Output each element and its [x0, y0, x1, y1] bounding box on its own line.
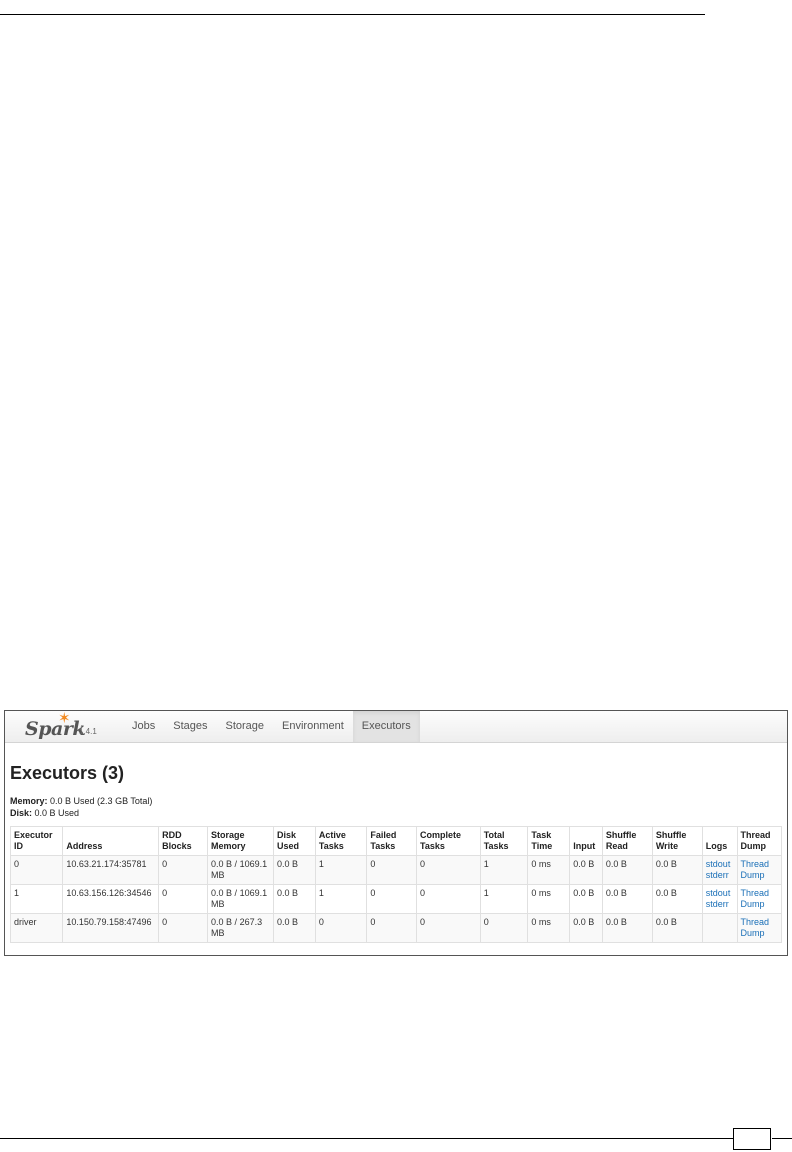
tab-stages[interactable]: Stages: [164, 711, 216, 742]
table-row: 1 10.63.156.126:34546 0 0.0 B / 1069.1 MB…: [9, 884, 783, 914]
table-row: driver 10.150.79.158:47496 0 0.0 B / 267…: [9, 913, 783, 943]
col-task-time[interactable]: Task Time: [527, 826, 571, 856]
spark-logo[interactable]: Spark ✶ 1.4.1: [25, 710, 115, 741]
thread-dump-link[interactable]: Thread Dump: [741, 888, 778, 910]
cell-executor-id: 1: [9, 884, 64, 914]
cell-disk-used: 0.0 B: [272, 913, 316, 943]
page-title: Executors (3): [10, 763, 125, 783]
page-bottom-rule-right: [772, 1138, 792, 1139]
tab-executors[interactable]: Executors: [352, 711, 420, 742]
page-bottom-rule: [0, 1138, 733, 1139]
disk-value: 0.0 B Used: [34, 808, 80, 818]
page-number-box: [733, 1128, 771, 1150]
cell-input: 0.0 B: [569, 855, 603, 885]
cell-input: 0.0 B: [569, 884, 603, 914]
page-top-rule: [0, 14, 705, 15]
col-storage-memory[interactable]: Storage Memory: [207, 826, 274, 856]
col-rdd-blocks[interactable]: RDD Blocks: [158, 826, 209, 856]
nav-tabs: Jobs Stages Storage Environment Executor…: [123, 711, 420, 742]
memory-label: Memory:: [10, 796, 48, 806]
col-logs[interactable]: Logs: [701, 826, 738, 856]
stdout-link[interactable]: stdout: [706, 859, 734, 870]
stderr-link[interactable]: stderr: [706, 899, 734, 910]
cell-active-tasks: 1: [314, 884, 368, 914]
col-shuffle-read[interactable]: Shuffle Read: [601, 826, 653, 856]
cell-total-tasks: 1: [479, 855, 529, 885]
version-label: 1.4.1: [79, 727, 97, 736]
cell-address: 10.63.21.174:35781: [62, 855, 160, 885]
tab-jobs[interactable]: Jobs: [123, 711, 164, 742]
cell-failed-tasks: 0: [366, 855, 418, 885]
cell-task-time: 0 ms: [527, 913, 571, 943]
col-active-tasks[interactable]: Active Tasks: [314, 826, 368, 856]
executors-table: Executor ID Address RDD Blocks Storage Memo…: [9, 826, 783, 943]
cell-input: 0.0 B: [569, 913, 603, 943]
cell-shuffle-write: 0.0 B: [651, 884, 703, 914]
cell-active-tasks: 1: [314, 855, 368, 885]
disk-summary: Disk: 0.0 B Used: [10, 807, 152, 819]
col-thread-dump[interactable]: Thread Dump: [736, 826, 783, 856]
cell-task-time: 0 ms: [527, 884, 571, 914]
cell-thread-dump: Thread Dump: [736, 884, 783, 914]
cell-rdd-blocks: 0: [158, 913, 209, 943]
cell-address: 10.63.156.126:34546: [62, 884, 160, 914]
col-complete-tasks[interactable]: Complete Tasks: [416, 826, 481, 856]
cell-rdd-blocks: 0: [158, 884, 209, 914]
cell-executor-id: 0: [9, 855, 64, 885]
disk-label: Disk:: [10, 808, 33, 818]
cell-logs: [701, 913, 738, 943]
cell-failed-tasks: 0: [366, 884, 418, 914]
stdout-link[interactable]: stdout: [706, 888, 734, 899]
cell-complete-tasks: 0: [416, 884, 481, 914]
cell-logs: stdout stderr: [701, 884, 738, 914]
table-header-row: Executor ID Address RDD Blocks Storage Memo…: [9, 826, 783, 856]
memory-value: 0.0 B Used (2.3 GB Total): [50, 796, 153, 806]
memory-summary: Memory: 0.0 B Used (2.3 GB Total): [10, 795, 152, 807]
col-input[interactable]: Input: [569, 826, 603, 856]
spark-ui-screenshot: Spark ✶ 1.4.1 Jobs Stages Storage Enviro…: [4, 710, 788, 956]
storage-summary: Memory: 0.0 B Used (2.3 GB Total) Disk: …: [10, 795, 152, 819]
cell-active-tasks: 0: [314, 913, 368, 943]
cell-total-tasks: 1: [479, 884, 529, 914]
stderr-link[interactable]: stderr: [706, 870, 734, 881]
brand-wordmark: Spark: [25, 718, 86, 740]
cell-rdd-blocks: 0: [158, 855, 209, 885]
col-disk-used[interactable]: Disk Used: [272, 826, 316, 856]
col-shuffle-write[interactable]: Shuffle Write: [651, 826, 703, 856]
thread-dump-link[interactable]: Thread Dump: [741, 917, 778, 939]
cell-shuffle-write: 0.0 B: [651, 913, 703, 943]
cell-logs: stdout stderr: [701, 855, 738, 885]
cell-shuffle-read: 0.0 B: [601, 913, 653, 943]
cell-storage-memory: 0.0 B / 1069.1 MB: [207, 855, 274, 885]
cell-storage-memory: 0.0 B / 1069.1 MB: [207, 884, 274, 914]
col-total-tasks[interactable]: Total Tasks: [479, 826, 529, 856]
tab-environment[interactable]: Environment: [273, 711, 353, 742]
spark-star-icon: ✶: [58, 710, 71, 727]
tab-storage[interactable]: Storage: [217, 711, 274, 742]
cell-storage-memory: 0.0 B / 267.3 MB: [207, 913, 274, 943]
cell-failed-tasks: 0: [366, 913, 418, 943]
cell-executor-id: driver: [9, 913, 64, 943]
cell-shuffle-write: 0.0 B: [651, 855, 703, 885]
thread-dump-link[interactable]: Thread Dump: [741, 859, 778, 881]
cell-shuffle-read: 0.0 B: [601, 855, 653, 885]
col-failed-tasks[interactable]: Failed Tasks: [366, 826, 418, 856]
col-address[interactable]: Address: [62, 826, 160, 856]
cell-complete-tasks: 0: [416, 855, 481, 885]
col-executor-id[interactable]: Executor ID: [9, 826, 64, 856]
cell-total-tasks: 0: [479, 913, 529, 943]
cell-thread-dump: Thread Dump: [736, 913, 783, 943]
cell-task-time: 0 ms: [527, 855, 571, 885]
cell-address: 10.150.79.158:47496: [62, 913, 160, 943]
cell-disk-used: 0.0 B: [272, 884, 316, 914]
cell-shuffle-read: 0.0 B: [601, 884, 653, 914]
cell-thread-dump: Thread Dump: [736, 855, 783, 885]
cell-disk-used: 0.0 B: [272, 855, 316, 885]
cell-complete-tasks: 0: [416, 913, 481, 943]
table-row: 0 10.63.21.174:35781 0 0.0 B / 1069.1 MB …: [9, 855, 783, 885]
top-navbar: Spark ✶ 1.4.1 Jobs Stages Storage Enviro…: [5, 711, 787, 743]
